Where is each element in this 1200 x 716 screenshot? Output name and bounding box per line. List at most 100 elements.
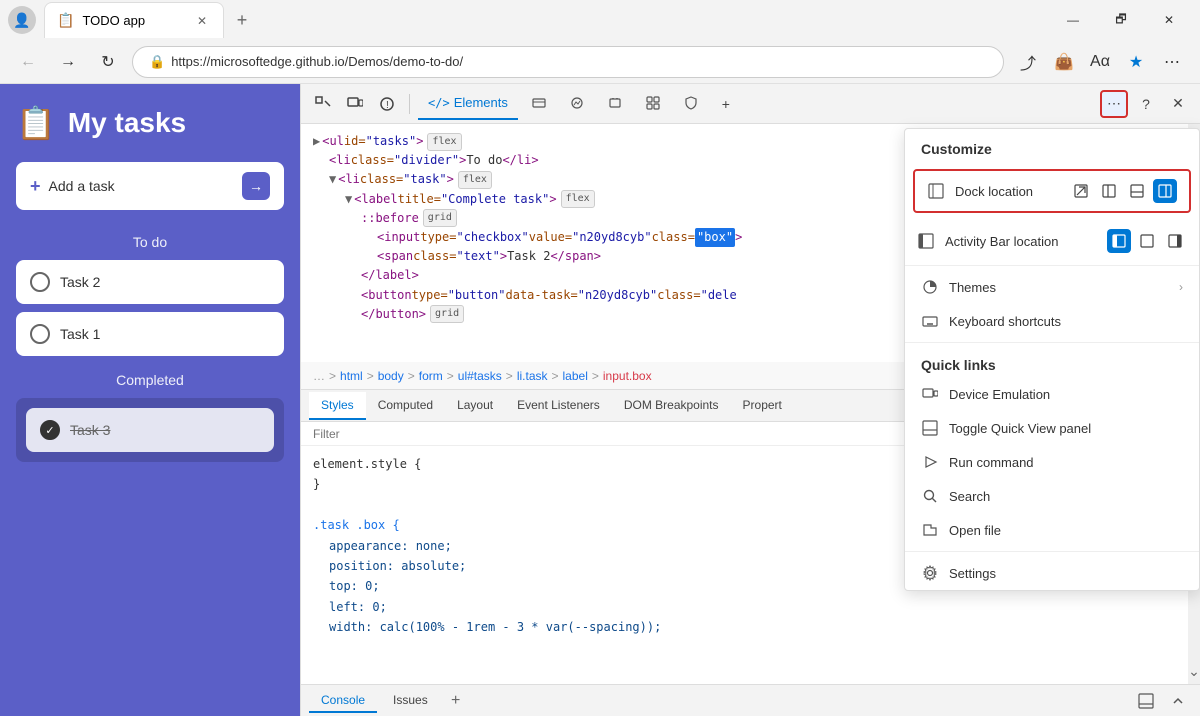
device-emulation-item[interactable]: Device Emulation bbox=[905, 377, 1199, 411]
tree-toggle[interactable]: ▼ bbox=[329, 170, 336, 189]
close-button[interactable]: ✕ bbox=[1146, 4, 1192, 36]
bottom-tab-issues[interactable]: Issues bbox=[381, 689, 440, 713]
more-tools-button[interactable]: ⋯ bbox=[1100, 90, 1128, 118]
html-val: "checkbox" bbox=[456, 228, 528, 247]
tree-toggle[interactable]: ▶ bbox=[313, 132, 320, 151]
share-button[interactable]: ⤴ bbox=[1012, 46, 1044, 78]
html-highlight: "box" bbox=[695, 228, 735, 247]
memory-icon bbox=[608, 96, 622, 110]
forward-button[interactable]: → bbox=[52, 46, 84, 78]
refresh-button[interactable]: ↻ bbox=[92, 46, 124, 78]
scroll-down-arrow[interactable]: ⌄ bbox=[1188, 663, 1200, 680]
add-tab-button[interactable]: + bbox=[444, 689, 468, 713]
tab-close-button[interactable]: ✕ bbox=[193, 12, 211, 30]
tab-performance[interactable] bbox=[560, 88, 594, 120]
toggle-quick-view-item[interactable]: Toggle Quick View panel bbox=[905, 411, 1199, 445]
bottom-tab-console[interactable]: Console bbox=[309, 689, 377, 713]
more-button[interactable]: ⋯ bbox=[1156, 46, 1188, 78]
html-tag: > bbox=[447, 170, 454, 189]
bc-form[interactable]: form bbox=[419, 369, 443, 383]
device-emulation-button[interactable] bbox=[341, 90, 369, 118]
tree-toggle[interactable]: ▼ bbox=[345, 190, 352, 209]
inspect-element-button[interactable] bbox=[309, 90, 337, 118]
bookmark-button[interactable]: ★ bbox=[1120, 46, 1152, 78]
add-task-plus-icon: + bbox=[30, 176, 41, 197]
tab-application[interactable] bbox=[636, 88, 670, 120]
dock-undock-button[interactable] bbox=[1069, 179, 1093, 203]
open-file-item[interactable]: Open file bbox=[905, 513, 1199, 547]
add-task-arrow-button[interactable]: → bbox=[242, 172, 270, 200]
keyboard-shortcuts-item[interactable]: Keyboard shortcuts bbox=[905, 304, 1199, 338]
add-task-row[interactable]: + Add a task → bbox=[16, 162, 284, 210]
tab-memory[interactable] bbox=[598, 88, 632, 120]
task-checkbox-3[interactable]: ✓ bbox=[40, 420, 60, 440]
html-tag: > bbox=[459, 151, 466, 170]
activity-left-button[interactable] bbox=[1107, 229, 1131, 253]
tab-styles[interactable]: Styles bbox=[309, 392, 366, 420]
html-val: "button" bbox=[448, 286, 506, 305]
add-tab-button[interactable]: + bbox=[712, 90, 740, 118]
open-file-label: Open file bbox=[949, 523, 1183, 538]
devtools-close-button[interactable]: ✕ bbox=[1164, 90, 1192, 118]
breadcrumb-ellipsis[interactable]: … bbox=[313, 369, 325, 383]
favorites-button[interactable]: 👜 bbox=[1048, 46, 1080, 78]
toggle-drawer-button[interactable] bbox=[1132, 687, 1160, 715]
search-item[interactable]: Search bbox=[905, 479, 1199, 513]
activity-right-button[interactable] bbox=[1163, 229, 1187, 253]
activity-bar-row[interactable]: Activity Bar location bbox=[905, 221, 1199, 261]
dock-location-row[interactable]: Dock location bbox=[915, 171, 1189, 211]
customize-dropdown: Customize Dock location bbox=[904, 128, 1200, 591]
bc-html[interactable]: html bbox=[340, 369, 363, 383]
new-tab-button[interactable]: + bbox=[228, 6, 256, 34]
active-tab[interactable]: 📋 TODO app ✕ bbox=[44, 2, 224, 38]
toggle-quick-view-label: Toggle Quick View panel bbox=[949, 421, 1183, 436]
bc-sep: > bbox=[447, 369, 454, 383]
themes-item[interactable]: Themes › bbox=[905, 270, 1199, 304]
activity-center-button[interactable] bbox=[1135, 229, 1159, 253]
restore-button[interactable]: 🗗 bbox=[1098, 4, 1144, 36]
task-item: Task 2 bbox=[16, 260, 284, 304]
tab-dom-breakpoints[interactable]: DOM Breakpoints bbox=[612, 392, 731, 420]
bc-sep: > bbox=[592, 369, 599, 383]
tab-layout[interactable]: Layout bbox=[445, 392, 505, 420]
html-close-tag: </span> bbox=[550, 247, 601, 266]
bc-ul-tasks[interactable]: ul#tasks bbox=[458, 369, 502, 383]
device-emulation-icon bbox=[921, 385, 939, 403]
collections-button[interactable]: Aα bbox=[1084, 46, 1116, 78]
minimize-button[interactable]: — bbox=[1050, 4, 1096, 36]
help-button[interactable]: ? bbox=[1132, 90, 1160, 118]
dock-bottom-button[interactable] bbox=[1125, 179, 1149, 203]
settings-item[interactable]: Settings bbox=[905, 556, 1199, 590]
bc-active-input[interactable]: input.box bbox=[603, 369, 652, 383]
console-errors-button[interactable]: ! bbox=[373, 90, 401, 118]
html-tag: <ul bbox=[322, 132, 344, 151]
task-checkbox-1[interactable] bbox=[30, 324, 50, 344]
tab-event-listeners[interactable]: Event Listeners bbox=[505, 392, 612, 420]
dock-left-button[interactable] bbox=[1097, 179, 1121, 203]
search-label: Search bbox=[949, 489, 1183, 504]
back-button[interactable]: ← bbox=[12, 46, 44, 78]
expand-button[interactable] bbox=[1164, 687, 1192, 715]
css-prop: left: 0; bbox=[329, 597, 1188, 617]
run-command-item[interactable]: Run command bbox=[905, 445, 1199, 479]
task-checkbox-2[interactable] bbox=[30, 272, 50, 292]
run-command-icon bbox=[921, 453, 939, 471]
tab-elements[interactable]: </> Elements bbox=[418, 88, 518, 120]
completed-section-label: Completed bbox=[16, 372, 284, 388]
application-icon bbox=[646, 96, 660, 110]
bc-label[interactable]: label bbox=[563, 369, 588, 383]
html-attr: class= bbox=[360, 170, 403, 189]
quick-links-header: Quick links bbox=[905, 347, 1199, 377]
tab-computed[interactable]: Computed bbox=[366, 392, 445, 420]
bc-body[interactable]: body bbox=[378, 369, 404, 383]
tab-network[interactable] bbox=[522, 88, 556, 120]
device-emulation-label: Device Emulation bbox=[949, 387, 1183, 402]
html-attr: title= bbox=[398, 190, 441, 209]
tab-properties[interactable]: Propert bbox=[731, 392, 794, 420]
tab-security[interactable] bbox=[674, 88, 708, 120]
dock-right-button[interactable] bbox=[1153, 179, 1177, 203]
devtools-toolbar: ! </> Elements + ⋯ bbox=[301, 84, 1200, 124]
address-input[interactable]: 🔒 https://microsoftedge.github.io/Demos/… bbox=[132, 46, 1004, 78]
bc-sep: > bbox=[408, 369, 415, 383]
bc-li-task[interactable]: li.task bbox=[517, 369, 548, 383]
